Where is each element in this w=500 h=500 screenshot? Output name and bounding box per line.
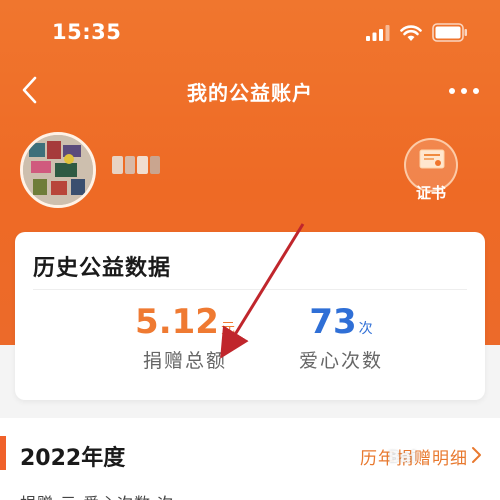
wifi-icon [400, 25, 422, 41]
chevron-right-icon[interactable] [470, 446, 482, 464]
watermark: Bai [388, 447, 417, 466]
charity-count-value: 73 [309, 302, 357, 342]
certificate-button[interactable]: 证书 [402, 138, 460, 202]
username-blurred [112, 156, 160, 174]
status-bar: 15:35 [0, 0, 500, 64]
signal-icon [366, 25, 390, 41]
charity-count-stat[interactable]: 73 次 爱心次数 [241, 302, 441, 373]
year-title: 2022年度 [20, 446, 126, 471]
nav-bar: 我的公益账户 [0, 64, 500, 116]
status-time: 15:35 [52, 20, 122, 44]
charity-count-label: 爱心次数 [298, 350, 383, 372]
avatar-image [23, 135, 93, 205]
card-divider [33, 289, 467, 290]
page-title: 我的公益账户 [187, 81, 313, 105]
section-accent-bar [0, 436, 6, 470]
year-section: 2022年度 历年捐赠明细 [0, 418, 500, 500]
avatar[interactable] [20, 132, 96, 208]
certificate-icon [419, 149, 445, 169]
donation-total-unit: 元 [220, 321, 235, 337]
charity-count-unit: 次 [358, 321, 373, 337]
certificate-label: 证书 [415, 184, 446, 202]
battery-icon [432, 23, 467, 42]
year-summary-text: 捐赠 元 爱心次数 次 [20, 490, 174, 500]
history-data-card: 历史公益数据 5.12 元 捐赠总额 73 次 爱心次数 [15, 232, 485, 400]
more-icon[interactable] [447, 86, 481, 96]
donation-total-value: 5.12 [135, 302, 219, 342]
card-title: 历史公益数据 [33, 256, 172, 281]
